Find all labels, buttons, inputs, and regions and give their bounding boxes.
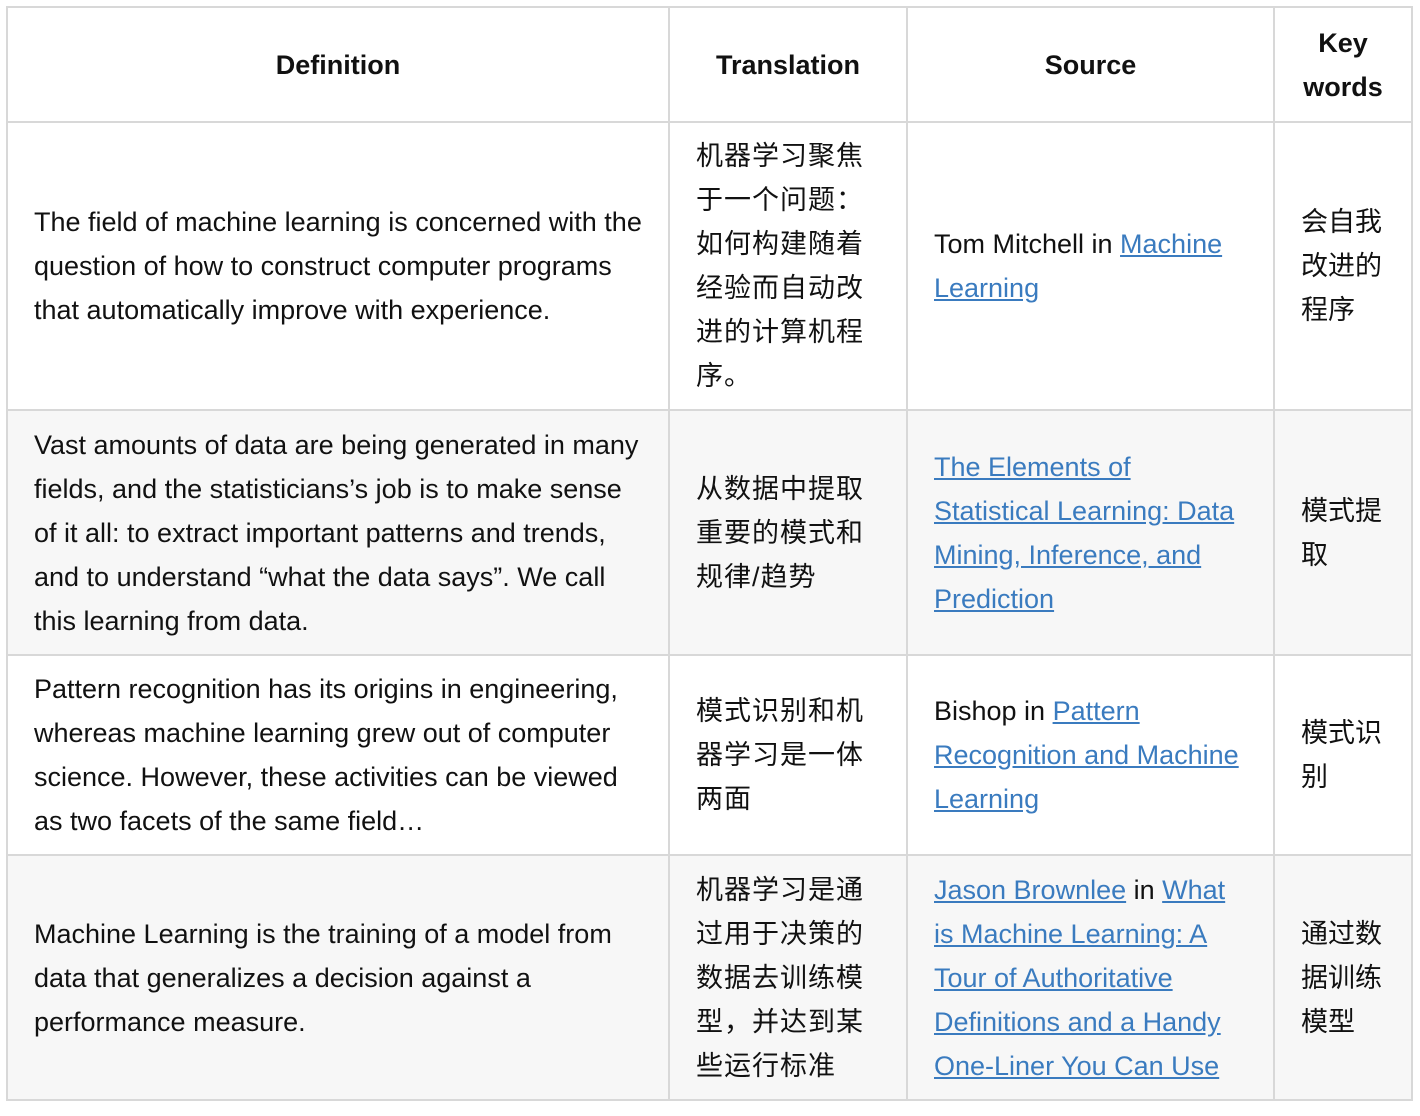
translation-cell: 机器学习是通过用于决策的数据去训练模型，并达到某些运行标准: [668, 854, 908, 1101]
source-mid: in: [1126, 874, 1163, 905]
source-book-link[interactable]: What is Machine Learning: A Tour of Auth…: [934, 875, 1225, 1081]
translation-cell: 模式识别和机器学习是一体两面: [668, 654, 908, 856]
table-row: Pattern recognition has its origins in e…: [6, 654, 1413, 856]
keywords-cell: 通过数据训练模型: [1273, 854, 1413, 1101]
table-header-row: Definition Translation Source Key words: [6, 6, 1413, 123]
ml-definitions-table: Definition Translation Source Key words …: [6, 6, 1413, 1101]
source-cell: Tom Mitchell in Machine Learning: [906, 121, 1275, 411]
source-prefix: Bishop in: [934, 696, 1053, 726]
header-keywords: Key words: [1273, 6, 1413, 123]
source-author-link[interactable]: Jason Brownlee: [934, 875, 1126, 905]
definition-cell: The field of machine learning is concern…: [6, 121, 670, 411]
definition-cell: Vast amounts of data are being generated…: [6, 409, 670, 656]
source-prefix: Tom Mitchell in: [934, 229, 1121, 259]
keywords-cell: 会自我改进的程序: [1273, 121, 1413, 411]
definition-cell: Machine Learning is the training of a mo…: [6, 854, 670, 1101]
header-translation: Translation: [668, 6, 908, 123]
source-book-link[interactable]: The Elements of Statistical Learning: Da…: [934, 452, 1234, 614]
definitions-table-container: Definition Translation Source Key words …: [6, 6, 1413, 1101]
table-row: Vast amounts of data are being generated…: [6, 409, 1413, 656]
translation-cell: 机器学习聚焦于一个问题：如何构建随着经验而自动改进的计算机程序。: [668, 121, 908, 411]
translation-cell: 从数据中提取重要的模式和规律/趋势: [668, 409, 908, 656]
table-row: The field of machine learning is concern…: [6, 121, 1413, 411]
header-definition: Definition: [6, 6, 670, 123]
definition-cell: Pattern recognition has its origins in e…: [6, 654, 670, 856]
header-source: Source: [906, 6, 1275, 123]
keywords-cell: 模式提取: [1273, 409, 1413, 656]
source-cell: Jason Brownlee in What is Machine Learni…: [906, 854, 1275, 1101]
source-cell: The Elements of Statistical Learning: Da…: [906, 409, 1275, 656]
source-cell: Bishop in Pattern Recognition and Machin…: [906, 654, 1275, 856]
table-row: Machine Learning is the training of a mo…: [6, 854, 1413, 1101]
keywords-cell: 模式识别: [1273, 654, 1413, 856]
